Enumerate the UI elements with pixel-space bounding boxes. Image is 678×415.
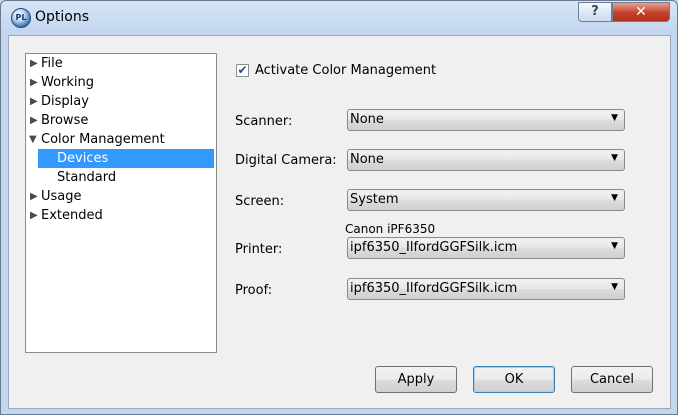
expand-arrow-icon[interactable]: ▶ — [30, 206, 40, 225]
digital-camera-dropdown[interactable]: None ▼ — [347, 149, 625, 171]
screen-value: System — [350, 192, 399, 207]
title-bar[interactable]: PL Options ? ✕ — [1, 1, 677, 35]
tree-item-label: File — [41, 56, 63, 71]
expand-arrow-icon[interactable]: ▶ — [30, 73, 40, 92]
activate-color-management-label[interactable]: Activate Color Management — [255, 63, 436, 78]
tree-item-standard[interactable]: Standard — [38, 168, 214, 187]
scanner-dropdown[interactable]: None ▼ — [347, 109, 625, 131]
scanner-value: None — [350, 112, 384, 127]
dropdown-arrow-icon: ▼ — [611, 282, 618, 292]
tree-item-label: Usage — [41, 189, 82, 204]
expand-arrow-icon[interactable]: ▶ — [30, 111, 40, 130]
expand-arrow-icon[interactable]: ▶ — [30, 187, 40, 206]
tree-item-label: Devices — [57, 151, 109, 166]
window-title: Options — [35, 9, 90, 25]
dropdown-arrow-icon: ▼ — [611, 153, 618, 163]
close-button[interactable]: ✕ — [612, 2, 670, 22]
screen-dropdown[interactable]: System ▼ — [347, 189, 625, 211]
apply-button[interactable]: Apply — [375, 366, 457, 393]
dropdown-arrow-icon: ▼ — [611, 241, 618, 251]
dropdown-arrow-icon: ▼ — [611, 193, 618, 203]
digital-camera-label: Digital Camera: — [235, 153, 337, 168]
tree-item-usage[interactable]: ▶ Usage — [26, 187, 214, 206]
tree-item-label: Browse — [41, 113, 89, 128]
digital-camera-value: None — [350, 152, 384, 167]
app-logo-icon: PL — [11, 8, 31, 28]
tree-item-browse[interactable]: ▶ Browse — [26, 111, 214, 130]
tree-item-devices[interactable]: Devices — [38, 149, 214, 168]
tree-item-label: Standard — [57, 170, 117, 185]
category-tree[interactable]: ▶ File ▶ Working ▶ Display ▶ Browse ▼ Co… — [25, 53, 217, 353]
tree-item-working[interactable]: ▶ Working — [26, 73, 214, 92]
collapse-arrow-icon[interactable]: ▼ — [29, 130, 39, 149]
options-dialog: PL Options ? ✕ ▶ File ▶ Working ▶ Displa… — [0, 0, 678, 415]
tree-item-display[interactable]: ▶ Display — [26, 92, 214, 111]
printer-label: Printer: — [235, 242, 283, 257]
ok-button[interactable]: OK — [473, 366, 555, 393]
cancel-button[interactable]: Cancel — [571, 366, 653, 393]
tree-item-color-management[interactable]: ▼ Color Management — [26, 130, 214, 149]
expand-arrow-icon[interactable]: ▶ — [30, 54, 40, 73]
dialog-content: ▶ File ▶ Working ▶ Display ▶ Browse ▼ Co… — [8, 35, 671, 409]
tree-item-label: Working — [41, 75, 95, 90]
proof-label: Proof: — [235, 283, 273, 298]
expand-arrow-icon[interactable]: ▶ — [30, 92, 40, 111]
help-button[interactable]: ? — [578, 2, 612, 22]
proof-dropdown[interactable]: ipf6350_IlfordGGFSilk.icm ▼ — [347, 278, 625, 300]
screen-label: Screen: — [235, 194, 285, 209]
tree-item-label: Display — [41, 94, 89, 109]
printer-device-name: Canon iPF6350 — [345, 222, 436, 236]
activate-color-management-checkbox[interactable]: ✔ — [236, 64, 249, 77]
printer-value: ipf6350_IlfordGGFSilk.icm — [350, 240, 518, 255]
dropdown-arrow-icon: ▼ — [611, 113, 618, 123]
tree-item-label: Extended — [41, 208, 103, 223]
tree-item-extended[interactable]: ▶ Extended — [26, 206, 214, 225]
printer-dropdown[interactable]: ipf6350_IlfordGGFSilk.icm ▼ — [347, 237, 625, 259]
proof-value: ipf6350_IlfordGGFSilk.icm — [350, 281, 518, 296]
tree-item-label: Color Management — [41, 132, 165, 147]
tree-item-file[interactable]: ▶ File — [26, 54, 214, 73]
scanner-label: Scanner: — [235, 114, 293, 129]
